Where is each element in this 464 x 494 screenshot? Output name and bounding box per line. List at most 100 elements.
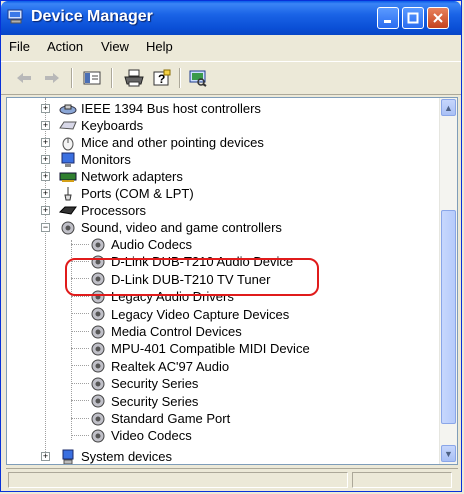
expand-icon[interactable]: + — [41, 189, 50, 198]
tree-item-label: System devices — [81, 449, 173, 464]
tree-child-label: Security Series — [111, 393, 199, 409]
console-tree-icon — [83, 71, 101, 85]
tree-child-label: Media Control Devices — [111, 324, 242, 339]
menu-action[interactable]: Action — [47, 39, 83, 54]
tree-item-keyboards[interactable]: + Keyboards — [41, 117, 143, 134]
scan-hardware-button[interactable] — [187, 67, 209, 89]
tree-item-label: Processors — [81, 203, 147, 218]
status-pane-main — [8, 472, 348, 488]
port-icon — [59, 186, 77, 202]
tree-child-label: MPU-401 Compatible MIDI Device — [111, 341, 310, 357]
red-highlight-annotation — [65, 258, 319, 296]
tree-item-label: Sound, video and game controllers — [81, 220, 282, 235]
tree-child-item[interactable]: Security Series — [67, 393, 198, 410]
tree-item-label: IEEE 1394 Bus host controllers — [81, 101, 261, 116]
tree-item-label: Monitors — [81, 152, 131, 167]
menu-bar: File Action View Help — [1, 35, 461, 59]
minimize-button[interactable] — [377, 7, 399, 29]
device-manager-window: Device Manager File Action View Help ? +… — [0, 0, 462, 492]
menu-view[interactable]: View — [101, 39, 129, 54]
tree-child-label: Security Series — [111, 376, 199, 392]
tree-child-label: Standard Game Port — [111, 411, 231, 426]
firewire-icon — [59, 101, 77, 117]
help-icon: ? — [153, 69, 171, 86]
collapse-icon[interactable]: − — [41, 223, 50, 232]
keyboard-icon — [59, 118, 77, 134]
tree-item-system-devices[interactable]: + System devices — [41, 448, 173, 464]
tree-item-label: Keyboards — [81, 118, 144, 133]
sound-icon — [59, 220, 77, 236]
forward-arrow-icon — [45, 73, 59, 83]
window-title: Device Manager — [31, 8, 153, 25]
status-pane-secondary — [352, 472, 452, 488]
scan-hardware-icon — [189, 70, 207, 87]
mouse-icon — [59, 135, 77, 151]
tree-item-mice[interactable]: + Mice and other pointing devices — [41, 134, 264, 151]
tree-child-item[interactable]: Realtek AC'97 Audio — [67, 358, 229, 375]
back-button[interactable] — [13, 67, 35, 89]
show-hide-console-tree-button[interactable] — [81, 67, 103, 89]
tree-item-monitors[interactable]: + Monitors — [41, 151, 131, 168]
sound-device-icon — [89, 237, 107, 253]
chevron-up-icon: ▲ — [444, 102, 453, 113]
close-icon — [433, 13, 443, 23]
maximize-icon — [407, 12, 419, 24]
help-button[interactable]: ? — [151, 67, 173, 89]
expand-icon[interactable]: + — [41, 155, 50, 164]
tree-child-label: Legacy Video Capture Devices — [111, 306, 290, 322]
tree-child-item[interactable]: Audio Codecs — [67, 236, 192, 253]
tree-child-label: Realtek AC'97 Audio — [111, 358, 230, 374]
title-bar[interactable]: Device Manager — [1, 1, 461, 35]
expand-icon[interactable]: + — [41, 121, 50, 130]
sound-device-icon — [89, 358, 107, 374]
tree-child-label: Audio Codecs — [111, 237, 192, 252]
tree-item-ieee1394[interactable]: + IEEE 1394 Bus host controllers — [41, 100, 261, 117]
menu-file[interactable]: File — [9, 39, 30, 54]
device-manager-icon — [7, 9, 25, 25]
expand-icon[interactable]: + — [41, 104, 50, 113]
chevron-down-icon: ▼ — [444, 448, 453, 459]
tree-child-item[interactable]: Legacy Video Capture Devices — [67, 306, 289, 323]
sound-device-icon — [89, 306, 107, 322]
tree-item-ports[interactable]: + Ports (COM & LPT) — [41, 185, 194, 202]
processor-icon — [59, 203, 77, 219]
tree-item-network-adapters[interactable]: + Network adapters — [41, 168, 183, 185]
forward-button[interactable] — [41, 67, 63, 89]
tree-item-label: Network adapters — [81, 169, 183, 184]
sound-device-icon — [89, 428, 107, 444]
tree-child-item[interactable]: Security Series — [67, 375, 198, 392]
vertical-scrollbar[interactable]: ▲ ▼ — [439, 98, 457, 464]
sound-device-icon — [89, 341, 107, 357]
device-tree[interactable]: + IEEE 1394 Bus host controllers + Keybo… — [6, 97, 458, 465]
expand-icon[interactable]: + — [41, 206, 50, 215]
maximize-button[interactable] — [402, 7, 424, 29]
tree-child-label: Video Codecs — [111, 428, 192, 444]
minimize-icon — [384, 20, 391, 23]
tree-child-item[interactable]: MPU-401 Compatible MIDI Device — [67, 340, 310, 357]
expand-icon[interactable]: + — [41, 172, 50, 181]
status-bar — [6, 468, 458, 490]
sound-device-icon — [89, 376, 107, 392]
tree-item-processors[interactable]: + Processors — [41, 202, 146, 219]
network-adapter-icon — [59, 169, 77, 185]
back-arrow-icon — [17, 73, 31, 83]
monitor-icon — [59, 152, 77, 168]
menu-help[interactable]: Help — [146, 39, 173, 54]
system-device-icon — [59, 449, 77, 464]
expand-icon[interactable]: + — [41, 452, 50, 461]
tree-item-sound-video-game[interactable]: − Sound, video and game controllers — [41, 219, 282, 236]
tree-child-item[interactable]: Video Codecs — [67, 427, 192, 444]
scroll-thumb[interactable] — [441, 210, 456, 424]
tree-item-label: Mice and other pointing devices — [81, 135, 264, 150]
sound-device-icon — [89, 411, 107, 427]
sound-device-icon — [89, 393, 107, 409]
expand-icon[interactable]: + — [41, 138, 50, 147]
print-button[interactable] — [123, 67, 145, 89]
tree-child-item[interactable]: Media Control Devices — [67, 323, 242, 340]
toolbar: ? — [1, 61, 461, 95]
close-button[interactable] — [427, 7, 449, 29]
scroll-down-button[interactable]: ▼ — [441, 445, 456, 462]
tree-child-item[interactable]: Standard Game Port — [67, 410, 230, 427]
tree-item-label: Ports (COM & LPT) — [81, 186, 194, 201]
scroll-up-button[interactable]: ▲ — [441, 99, 456, 116]
